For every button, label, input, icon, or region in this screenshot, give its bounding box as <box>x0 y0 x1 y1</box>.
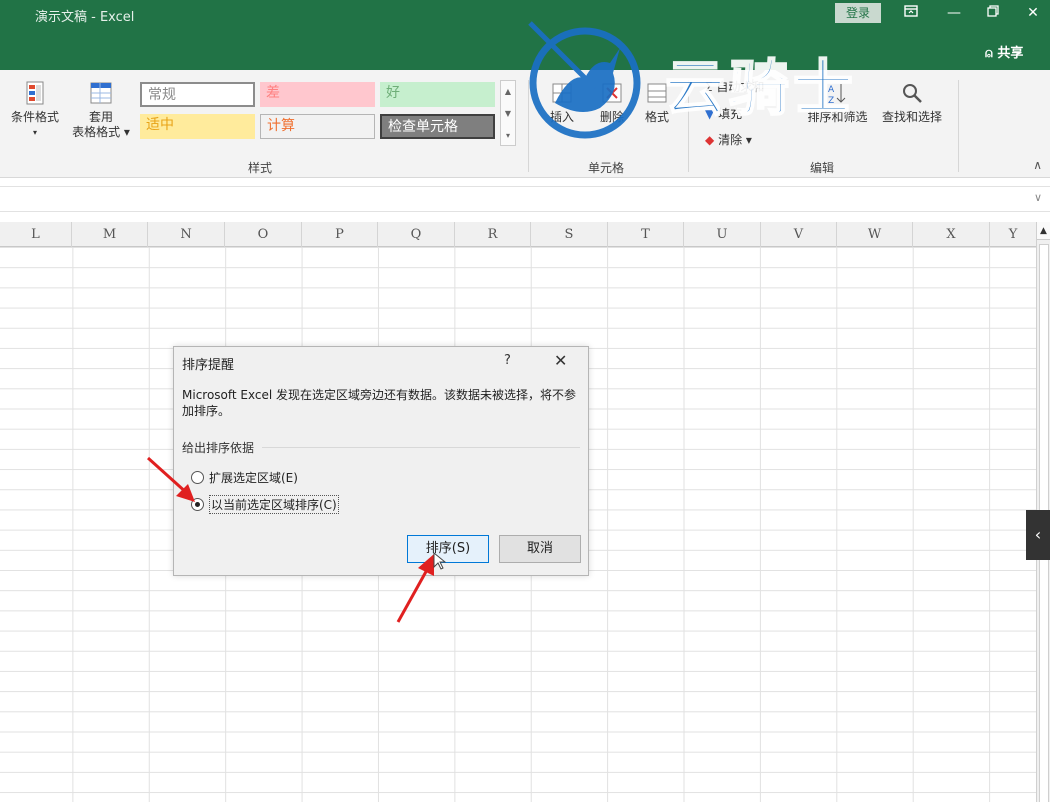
group-separator <box>262 447 580 448</box>
style-bad[interactable]: 差 <box>260 82 375 107</box>
find-select-label: 查找和选择 <box>881 110 942 124</box>
login-button[interactable]: 登录 <box>835 3 881 23</box>
style-normal[interactable]: 常规 <box>140 82 255 107</box>
column-header[interactable]: L <box>0 222 72 247</box>
format-table-icon <box>90 82 112 104</box>
style-calculation[interactable]: 计算 <box>260 114 375 139</box>
column-header[interactable]: Y <box>990 222 1036 247</box>
cancel-button[interactable]: 取消 <box>499 535 581 563</box>
style-check-cell[interactable]: 检查单元格 <box>380 114 495 139</box>
style-neutral[interactable]: 适中 <box>140 114 255 139</box>
fill-button[interactable]: ▼ 填充 <box>705 105 742 122</box>
close-icon[interactable]: ✕ <box>1018 2 1048 24</box>
sort-filter-button[interactable]: A Z 排序和筛选 <box>800 80 875 125</box>
column-header[interactable]: Q <box>378 222 455 247</box>
person-icon: ⍝ <box>985 46 993 61</box>
gallery-up-icon[interactable]: ▲ <box>501 81 515 103</box>
format-cells-icon <box>647 83 667 103</box>
column-header[interactable]: R <box>455 222 531 247</box>
gallery-down-icon[interactable]: ▼ <box>501 103 515 125</box>
format-label: 格式 <box>644 110 669 124</box>
autosum-label: 自动求和 <box>716 80 765 94</box>
group-divider <box>688 80 689 172</box>
delete-cells-icon <box>602 83 622 103</box>
sort-filter-label: 排序和筛选 <box>807 110 868 124</box>
dialog-message: Microsoft Excel 发现在选定区域旁边还有数据。该数据未被选择，将不… <box>182 388 577 418</box>
magnifier-icon <box>903 84 922 103</box>
restore-icon[interactable] <box>978 2 1008 24</box>
current-selection-label: 以当前选定区域排序(C) <box>209 495 339 514</box>
current-selection-option[interactable]: 以当前选定区域排序(C) <box>191 495 339 514</box>
mouse-cursor-icon <box>433 551 447 570</box>
conditional-format-icon <box>26 81 44 105</box>
eraser-icon: ◆ <box>705 133 715 147</box>
column-header[interactable]: X <box>913 222 990 247</box>
ribbon: 条件格式 ▾ 套用 表格格式 ▾ 常规 差 好 适中 计算 检查单元格 ▲ ▼ … <box>0 70 1050 178</box>
format-button[interactable]: 格式 <box>637 80 677 125</box>
red-arrow-radio-icon <box>146 456 195 502</box>
expand-formula-bar-icon[interactable]: ∨ <box>1034 191 1042 204</box>
title-bar: 演示文稿 - Excel 登录 — ✕ ⍝ 共享 <box>0 0 1050 70</box>
format-as-table-button[interactable]: 套用 表格格式 ▾ <box>66 80 136 140</box>
minimize-icon[interactable]: — <box>939 2 969 24</box>
gallery-more-icon[interactable]: ▾ <box>501 125 515 147</box>
svg-text:Z: Z <box>828 96 834 106</box>
clear-button[interactable]: ◆ 清除 ▾ <box>705 131 752 148</box>
column-header[interactable]: S <box>531 222 608 247</box>
conditional-format-label: 条件格式 <box>10 110 59 124</box>
window-title: 演示文稿 - Excel <box>35 10 135 25</box>
column-header[interactable]: P <box>302 222 378 247</box>
excel-window: 演示文稿 - Excel 登录 — ✕ ⍝ 共享 条件格式 ▾ 套用 表格格式 … <box>0 0 1050 802</box>
conditional-format-button[interactable]: 条件格式 ▾ <box>6 80 64 140</box>
insert-button[interactable]: 插入 <box>542 80 582 125</box>
group-divider <box>958 80 959 172</box>
svg-text:A: A <box>828 85 835 95</box>
dialog-title: 排序提醒 <box>182 358 235 373</box>
share-button[interactable]: ⍝ 共享 <box>985 42 1023 61</box>
column-header[interactable]: M <box>72 222 148 247</box>
dropdown-arrow-icon: ▾ <box>32 128 37 137</box>
format-table-label-1: 套用 <box>88 110 113 124</box>
insert-label: 插入 <box>549 110 574 124</box>
collapse-ribbon-icon[interactable]: ∧ <box>1033 158 1042 172</box>
cells-group-label: 单元格 <box>588 161 625 175</box>
column-header[interactable]: O <box>225 222 302 247</box>
column-header[interactable]: N <box>148 222 225 247</box>
share-label: 共享 <box>997 46 1024 61</box>
column-header[interactable]: U <box>684 222 761 247</box>
help-button[interactable]: ? <box>504 353 511 368</box>
scroll-up-icon[interactable]: ▲ <box>1037 222 1050 240</box>
sort-warning-dialog: 排序提醒 ? ✕ Microsoft Excel 发现在选定区域旁边还有数据。该… <box>173 346 589 576</box>
expand-selection-label: 扩展选定区域(E) <box>209 471 298 485</box>
find-select-button[interactable]: 查找和选择 <box>876 80 948 125</box>
fill-down-icon: ▼ <box>705 107 715 121</box>
column-headers: L M N O P Q R S T U V W X Y <box>0 222 1036 247</box>
insert-cells-icon <box>552 83 572 103</box>
formula-bar[interactable]: ∨ <box>0 186 1050 212</box>
clear-label: 清除 ▾ <box>718 133 752 147</box>
format-table-label-2: 表格格式 ▾ <box>72 125 130 139</box>
column-header[interactable]: V <box>761 222 837 247</box>
ribbon-display-icon[interactable] <box>896 2 926 24</box>
sigma-icon: Σ <box>705 80 713 94</box>
styles-gallery-scroll[interactable]: ▲ ▼ ▾ <box>500 80 516 146</box>
styles-group-label: 样式 <box>248 161 273 175</box>
side-panel-toggle-icon[interactable]: ‹ <box>1026 510 1050 560</box>
sort-filter-icon: A Z <box>828 84 845 106</box>
dialog-close-button[interactable]: ✕ <box>554 351 567 370</box>
editing-group-label: 编辑 <box>810 161 835 175</box>
delete-label: 删除 <box>599 110 624 124</box>
group-divider <box>528 80 529 172</box>
autosum-button[interactable]: Σ 自动求和 <box>705 78 764 95</box>
delete-button[interactable]: 删除 <box>592 80 632 125</box>
fill-label: 填充 <box>718 107 743 121</box>
style-good[interactable]: 好 <box>380 82 495 107</box>
column-header[interactable]: W <box>837 222 913 247</box>
column-header[interactable]: T <box>608 222 684 247</box>
